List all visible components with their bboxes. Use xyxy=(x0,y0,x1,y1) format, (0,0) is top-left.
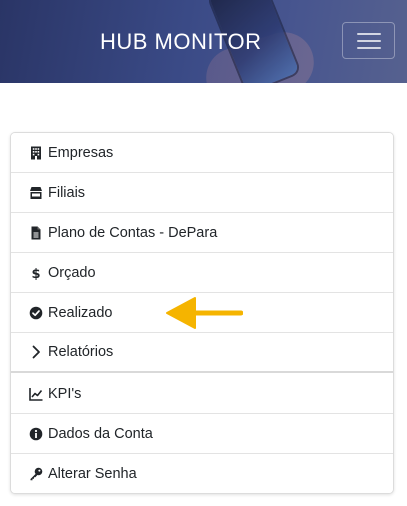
menu-item-orcado[interactable]: $ Orçado xyxy=(11,253,393,293)
left-arrow-icon xyxy=(166,297,243,329)
hamburger-icon xyxy=(356,32,381,35)
check-circle-icon xyxy=(29,305,43,321)
menu-item-relatorios[interactable]: Relatórios xyxy=(11,333,393,373)
menu-item-label: Alterar Senha xyxy=(48,466,137,482)
menu-item-label: Empresas xyxy=(48,144,114,161)
svg-text:$: $ xyxy=(31,267,40,280)
menu-item-alterar-senha[interactable]: Alterar Senha xyxy=(11,454,393,493)
menu-item-filiais[interactable]: Filiais xyxy=(11,173,393,213)
hamburger-icon xyxy=(356,46,381,49)
menu-item-label: KPI's xyxy=(48,385,82,402)
menu-item-label: Filiais xyxy=(48,184,86,201)
hamburger-icon xyxy=(356,39,381,42)
info-circle-icon xyxy=(29,426,43,442)
menu-item-label: Orçado xyxy=(48,264,96,281)
menu-item-label: Relatórios xyxy=(48,344,114,360)
building-icon xyxy=(29,145,43,161)
chevron-right-icon xyxy=(29,344,43,360)
dollar-icon: $ xyxy=(29,265,43,281)
menu-item-dados-da-conta[interactable]: Dados da Conta xyxy=(11,414,393,454)
navbar-toggle-button[interactable] xyxy=(342,22,395,59)
brand-title[interactable]: HUB MONITOR xyxy=(100,28,262,56)
menu-item-kpis[interactable]: KPI's xyxy=(11,374,393,414)
menu-item-label: Dados da Conta xyxy=(48,425,153,442)
header-banner: HUB MONITOR xyxy=(0,0,407,83)
menu-item-empresas[interactable]: Empresas xyxy=(11,133,393,173)
line-chart-icon xyxy=(29,386,43,402)
key-icon xyxy=(29,466,43,482)
file-icon xyxy=(29,225,43,241)
store-icon xyxy=(29,185,43,201)
menu-item-plano-de-contas[interactable]: Plano de Contas - DePara xyxy=(11,213,393,253)
menu-item-label: Realizado xyxy=(48,304,113,321)
menu-item-label: Plano de Contas - DePara xyxy=(48,224,218,241)
